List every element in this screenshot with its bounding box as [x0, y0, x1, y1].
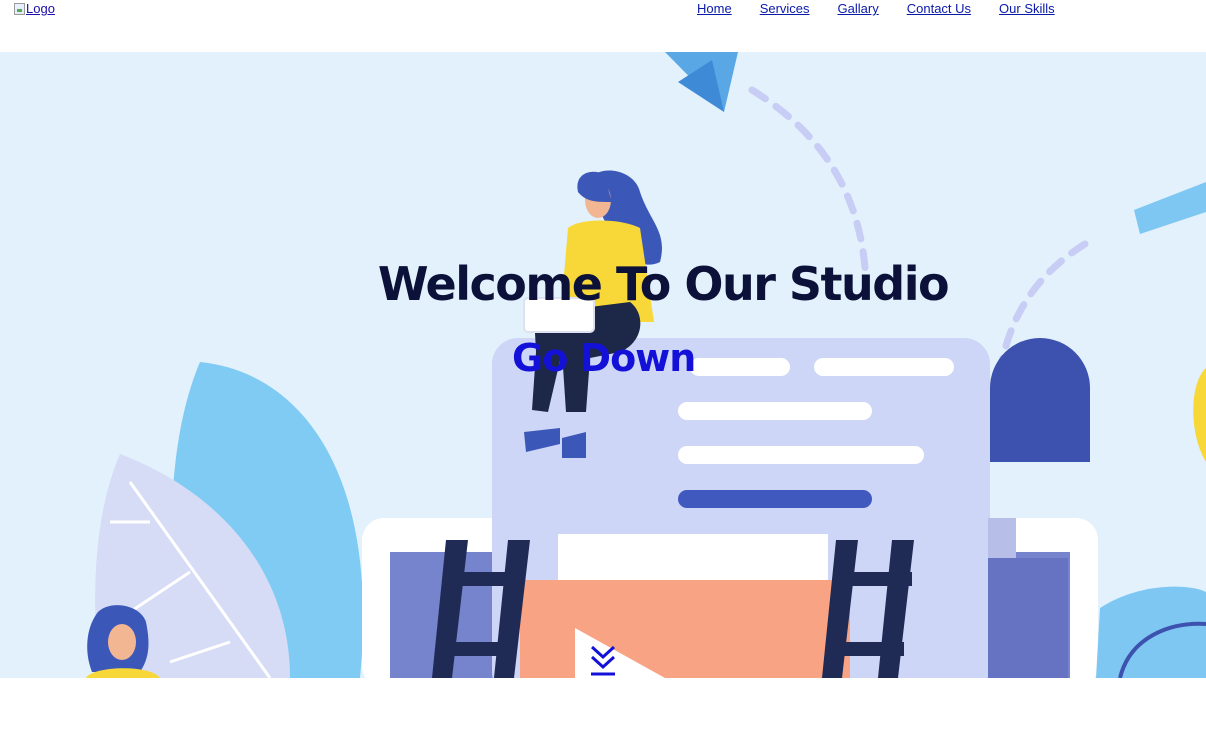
hero-title: Welcome To Our Studio	[377, 257, 950, 311]
hero-section: Welcome To Our Studio Go Down	[0, 52, 1206, 678]
chevrons-down-icon[interactable]	[588, 645, 618, 677]
broken-image-icon	[14, 2, 25, 15]
nav-services[interactable]: Services	[760, 1, 810, 16]
nav-home[interactable]: Home	[697, 1, 732, 16]
main-nav: Home Services Gallary Contact Us Our Ski…	[697, 1, 1055, 16]
logo-link[interactable]: Logo	[14, 1, 55, 16]
paper-plane-illustration	[665, 52, 738, 112]
nav-gallary[interactable]: Gallary	[838, 1, 879, 16]
site-header: Logo Home Services Gallary Contact Us Ou…	[0, 0, 1206, 52]
nav-our-skills[interactable]: Our Skills	[999, 1, 1055, 16]
go-down-link[interactable]: Go Down	[512, 336, 696, 380]
nav-contact-us[interactable]: Contact Us	[907, 1, 971, 16]
document-illustration	[362, 338, 1098, 678]
logo-alt-text: Logo	[26, 1, 55, 16]
